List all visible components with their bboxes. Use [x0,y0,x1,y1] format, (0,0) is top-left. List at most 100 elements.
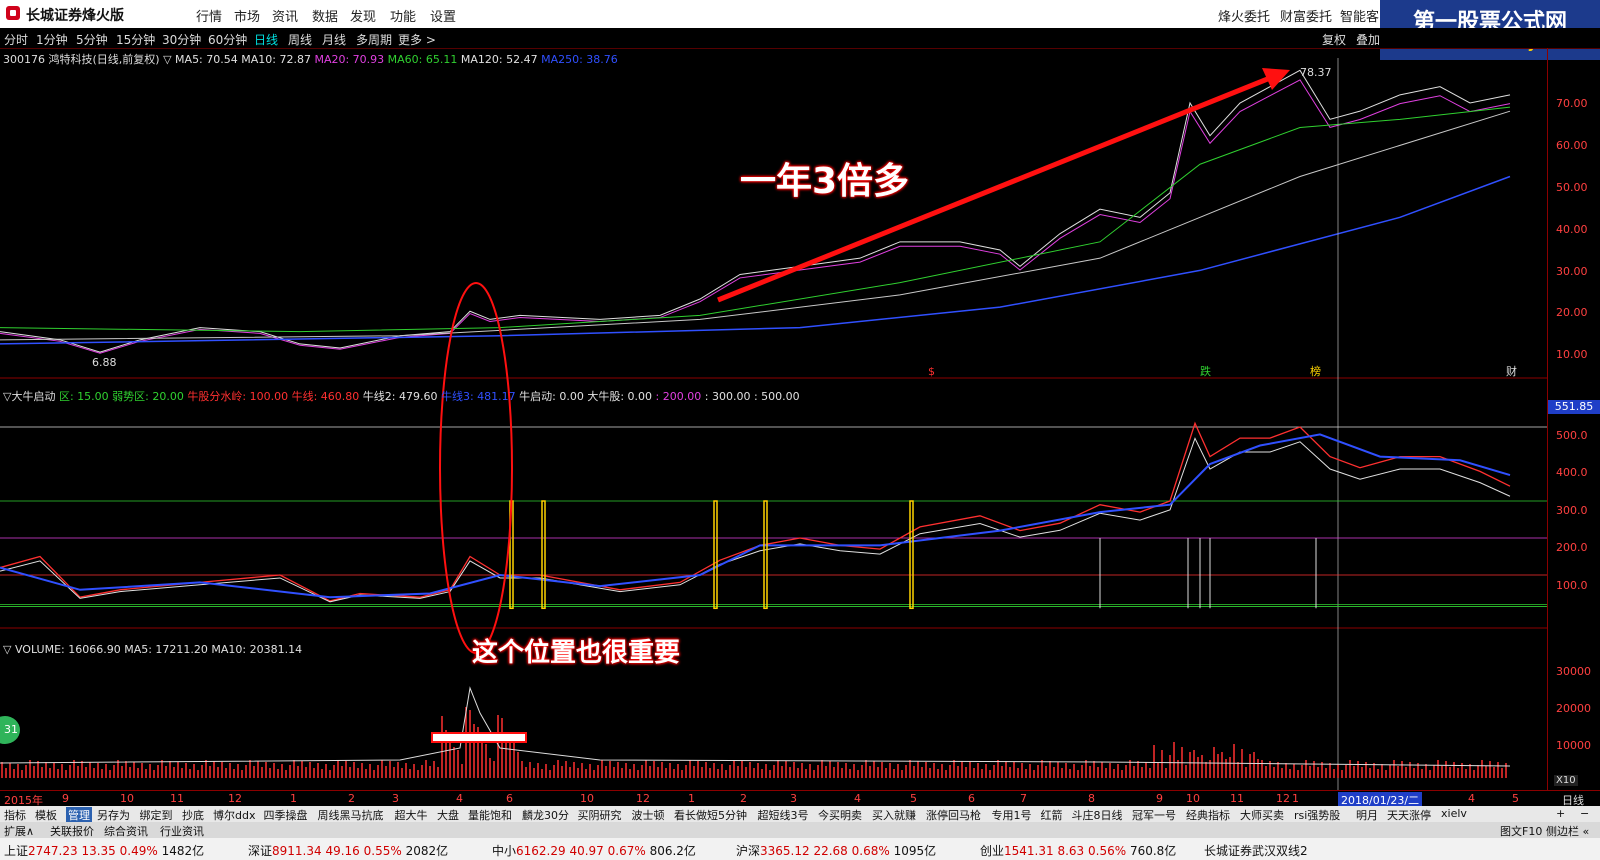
indicator-tab-12[interactable]: 麟龙30分 [522,807,569,823]
price-axis-label-4: 30.00 [1556,265,1588,278]
f10-link[interactable]: 图文F10 [1500,823,1542,839]
indicator-legend-item-3: 牛线: 460.80 [288,390,360,403]
date-tick-7: 3 [392,792,399,805]
indicator-tab-16[interactable]: 超短线3号 [758,807,809,823]
sidebar-toggle[interactable]: 侧边栏 « [1546,823,1589,839]
menu-news[interactable]: 资讯 [272,6,298,25]
menu-discover[interactable]: 发现 [350,6,376,25]
index-quote-2[interactable]: 中小6162.29 40.97 0.67% 806.2亿 [492,842,696,859]
indicator-legend: 区: 15.00 弱势区: 20.00 牛股分水岭: 100.00 牛线: 46… [59,390,800,403]
indicator-tab-3[interactable]: 另存为 [97,807,130,823]
link-smart-service[interactable]: 智能客 [1340,6,1379,25]
indicator-tab-24[interactable]: 经典指标 [1186,807,1230,823]
indicator-tab-21[interactable]: 红箭 [1041,807,1063,823]
industry-news-link[interactable]: 行业资讯 [160,823,204,839]
start-spike-4 [909,500,914,610]
expand-link[interactable]: 扩展∧ [4,823,34,839]
menu-market[interactable]: 市场 [234,6,260,25]
period-more[interactable]: 更多 > [398,31,436,48]
date-tick-16: 5 [910,792,917,805]
volume-axis-label-2: 10000 [1556,739,1591,752]
link-fenghuo-trade[interactable]: 烽火委托 [1218,6,1270,25]
ma-legend-item-4: MA120: 52.47 [457,53,538,66]
indicator-tab-4[interactable]: 绑定到 [140,807,173,823]
overlay-button[interactable]: 叠加 [1356,31,1380,48]
indicator-tab-28[interactable]: 天天涨停 [1387,807,1431,823]
menu-settings[interactable]: 设置 [430,6,456,25]
index-quote-0[interactable]: 上证2747.23 13.35 0.49% 1482亿 [4,842,204,859]
indicator-tab-10[interactable]: 大盘 [437,807,459,823]
indicator-tab-15[interactable]: 看长做短5分钟 [674,807,747,823]
indicator-tab-11[interactable]: 量能饱和 [468,807,512,823]
ma120-line [0,110,1511,341]
related-quotes-link[interactable]: 关联报价 [50,823,94,839]
comprehensive-news-link[interactable]: 综合资讯 [104,823,148,839]
indicator-tab-25[interactable]: 大师买卖 [1240,807,1284,823]
period-monthly[interactable]: 月线 [322,31,346,48]
add-tab-button[interactable]: + [1556,807,1565,820]
date-tick-3: 11 [170,792,184,805]
indicator-current-value: 551.85 [1548,400,1600,414]
ma-legend-item-5: MA250: 38.76 [537,53,618,66]
indicator-tab-18[interactable]: 买入就赚 [872,807,916,823]
indicator-tab-0[interactable]: 指标 [4,807,26,823]
indicator-tab-5[interactable]: 抄底 [182,807,204,823]
menu-data[interactable]: 数据 [312,6,338,25]
period-weekly[interactable]: 周线 [288,31,312,48]
volume-ma-line [0,686,1511,767]
index-quote-4[interactable]: 创业1541.31 8.63 0.56% 760.8亿 [980,842,1176,859]
server-status: 长城证券武汉双线2 [1204,844,1308,858]
indicator-tab-27[interactable]: 明月 [1356,807,1378,823]
date-tick-10: 10 [580,792,594,805]
date-tick-26: 4 [1468,792,1475,805]
indicator-tab-9[interactable]: 超大牛 [395,807,428,823]
period-daily[interactable]: 日线 [254,31,278,48]
period-15min[interactable]: 15分钟 [116,31,155,48]
menu-function[interactable]: 功能 [390,6,416,25]
indicator-tab-26[interactable]: rsi强势股 [1294,807,1340,823]
price-axis-label-6: 10.00 [1556,348,1588,361]
indicator-tab-14[interactable]: 波士顿 [632,807,665,823]
period-timeshare[interactable]: 分时 [4,31,28,48]
indicator-tab-17[interactable]: 今买明卖 [818,807,862,823]
indicator-legend-item-5: 牛线3: 481.17 [437,390,516,403]
start-spike-2 [713,500,718,610]
annotation-note: 这个位置也很重要 [472,638,681,668]
period-5min[interactable]: 5分钟 [76,31,108,48]
period-1min[interactable]: 1分钟 [36,31,68,48]
period-30min[interactable]: 30分钟 [162,31,201,48]
indicator-tab-20[interactable]: 专用1号 [992,807,1032,823]
price-axis-label-3: 40.00 [1556,223,1588,236]
adjust-button[interactable]: 复权 [1322,31,1346,48]
price-axis-label-5: 20.00 [1556,306,1588,319]
date-tick-23: 12 [1276,792,1290,805]
indicator-tab-7[interactable]: 四季操盘 [264,807,308,823]
indicator-tab-19[interactable]: 涨停回马枪 [926,807,981,823]
indicator-tab-23[interactable]: 冠军一号 [1132,807,1176,823]
indicator-tab-2[interactable]: 管理 [66,807,92,823]
date-tick-21: 10 [1186,792,1200,805]
link-caifu-trade[interactable]: 财富委托 [1280,6,1332,25]
highlight-bar [431,732,527,743]
date-tick-17: 6 [968,792,975,805]
indicator-tab-1[interactable]: 模板 [35,807,57,823]
stock-name: 300176 鸿特科技(日线,前复权) [3,53,160,66]
index-quote-3[interactable]: 沪深3365.12 22.68 0.68% 1095亿 [736,842,936,859]
period-60min[interactable]: 60分钟 [208,31,247,48]
price-info-line: 300176 鸿特科技(日线,前复权) ▽ MA5: 70.54 MA10: 7… [3,53,618,66]
indicator-tab-6[interactable]: 博尔ddx [213,807,255,823]
date-axis: 2015年 9 10 11 12 1 2 3 4 6 10 12 1 2 3 4 5 6 7 8 9 10 11 12 1 4 5 … [0,790,1600,808]
remove-tab-button[interactable]: − [1580,807,1589,820]
ma-legend-item-0: MA5: 70.54 [175,53,238,66]
indicator-tab-29[interactable]: xielv [1441,807,1467,820]
date-tick-1: 9 [62,792,69,805]
menu-quotes[interactable]: 行情 [196,6,222,25]
indicator-tab-13[interactable]: 买阴研究 [578,807,622,823]
period-multi[interactable]: 多周期 [356,31,392,48]
index-quote-1[interactable]: 深证8911.34 49.16 0.55% 2082亿 [248,842,448,859]
indicator-tab-22[interactable]: 斗庄8日线 [1072,807,1123,823]
event-marker-3: 财 [1506,364,1517,378]
indicator-tab-8[interactable]: 周线黑马抗底 [318,807,384,823]
volume-legend-item-2: MA10: 20381.14 [207,643,303,656]
date-tick-15: 4 [854,792,861,805]
